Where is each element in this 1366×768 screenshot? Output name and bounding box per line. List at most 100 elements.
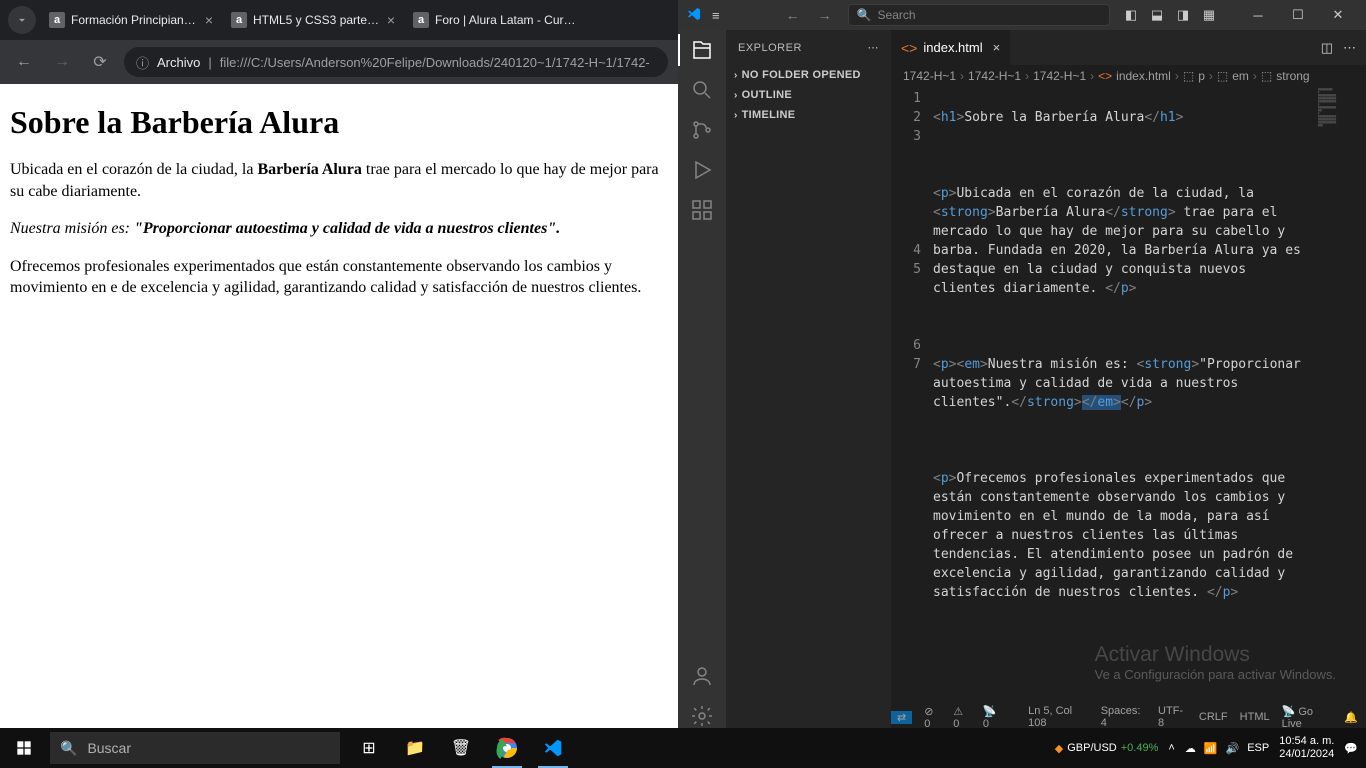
line-gutter: 1234567 (891, 87, 933, 706)
explorer-sidebar: EXPLORER ⋯ ›NO FOLDER OPENED ›OUTLINE ›T… (726, 30, 891, 728)
search-placeholder: Search (878, 8, 916, 22)
editor-tab-index[interactable]: <> index.html × (891, 30, 1011, 65)
more-icon[interactable]: ⋯ (1343, 40, 1356, 56)
nav-back-button[interactable]: ← (780, 5, 806, 25)
separator: | (208, 55, 211, 70)
vscode-button[interactable] (532, 728, 574, 768)
sidebar-title: EXPLORER (738, 42, 802, 54)
command-center-search[interactable]: 🔍 Search (848, 4, 1110, 26)
forward-button[interactable]: → (48, 48, 76, 76)
vscode-window: ≡ ← → 🔍 Search ◧ ⬓ ◨ ▦ ─ ☐ ✕ (678, 0, 1366, 728)
extensions-icon[interactable] (690, 198, 714, 222)
page-paragraph-mission: Nuestra misión es: "Proporcionar autoest… (10, 218, 668, 240)
tab-title: HTML5 y CSS3 parte 1: Mi pr (253, 13, 381, 27)
encoding-status[interactable]: UTF-8 (1158, 705, 1187, 728)
editor-area: <> index.html × ◫ ⋯ 1742-H~1› 1742-H~1› … (891, 30, 1366, 728)
start-button[interactable] (0, 728, 48, 768)
section-no-folder[interactable]: ›NO FOLDER OPENED (726, 65, 891, 85)
onedrive-icon[interactable]: ☁ (1185, 742, 1196, 755)
taskbar-search[interactable]: 🔍 Buscar (50, 732, 340, 764)
minimize-button[interactable]: ─ (1238, 0, 1278, 30)
vscode-titlebar: ≡ ← → 🔍 Search ◧ ⬓ ◨ ▦ ─ ☐ ✕ (678, 0, 1366, 30)
clock[interactable]: 10:54 a. m. 24/01/2024 (1279, 735, 1334, 761)
eol-status[interactable]: CRLF (1199, 711, 1228, 723)
close-button[interactable]: ✕ (1318, 0, 1358, 30)
tag-icon: ⬚ (1217, 69, 1228, 83)
close-icon[interactable]: × (387, 12, 395, 28)
section-timeline[interactable]: ›TIMELINE (726, 105, 891, 125)
explorer-icon[interactable] (690, 38, 714, 62)
language-status[interactable]: HTML (1240, 711, 1270, 723)
chrome-browser: a Formación Principiante en P × a HTML5 … (0, 0, 678, 728)
language-icon[interactable]: ESP (1247, 742, 1269, 754)
source-control-icon[interactable] (690, 118, 714, 142)
section-outline[interactable]: ›OUTLINE (726, 85, 891, 105)
nav-forward-button[interactable]: → (812, 5, 838, 25)
favicon-icon: a (413, 12, 429, 28)
favicon-icon: a (231, 12, 247, 28)
task-view-button[interactable]: ⊞ (348, 728, 390, 768)
errors-button[interactable]: ⊘ 0 (924, 705, 941, 729)
layout-sidebar-right-icon[interactable]: ◨ (1172, 4, 1194, 26)
golive-button[interactable]: 📡 Go Live (1282, 705, 1333, 729)
notifications-icon[interactable]: 🔔 (1344, 711, 1358, 724)
code-content[interactable]: <h1>Sobre la Barbería Alura</h1> <p>Ubic… (933, 87, 1366, 706)
indent-status[interactable]: Spaces: 4 (1101, 705, 1146, 728)
app-button[interactable]: 🗑 (440, 728, 482, 768)
taskbar-apps: ⊞ 📁 🗑 (348, 728, 574, 768)
browser-tab-2[interactable]: a HTML5 y CSS3 parte 1: Mi pr × (223, 3, 403, 37)
tab-title: Foro | Alura Latam - Cursos (435, 13, 577, 27)
maximize-button[interactable]: ☐ (1278, 0, 1318, 30)
browser-tab-1[interactable]: a Formación Principiante en P × (41, 3, 221, 37)
tag-icon: ⬚ (1183, 69, 1194, 83)
url-text: file:///C:/Users/Anderson%20Felipe/Downl… (220, 55, 650, 70)
port-button[interactable]: 📡 0 (983, 705, 1004, 729)
close-icon[interactable]: × (205, 12, 213, 28)
split-editor-icon[interactable]: ◫ (1321, 40, 1333, 56)
breadcrumb[interactable]: 1742-H~1› 1742-H~1› 1742-H~1› <> index.h… (891, 65, 1366, 87)
cursor-position[interactable]: Ln 5, Col 108 (1028, 705, 1089, 728)
address-bar[interactable]: ⓘ Archivo | file:///C:/Users/Anderson%20… (124, 47, 668, 77)
favicon-icon: a (49, 12, 65, 28)
search-placeholder: Buscar (87, 740, 131, 756)
layout-buttons: ◧ ⬓ ◨ ▦ (1120, 4, 1220, 26)
tab-search-button[interactable] (8, 6, 36, 34)
run-debug-icon[interactable] (690, 158, 714, 182)
wifi-icon[interactable]: 📶 (1204, 742, 1218, 755)
browser-tab-3[interactable]: a Foro | Alura Latam - Cursos (405, 3, 585, 37)
remote-button[interactable]: ⇄ (891, 711, 912, 724)
search-icon: 🔍 (60, 740, 77, 757)
chevron-right-icon: › (734, 90, 738, 101)
warnings-button[interactable]: ⚠ 0 (953, 705, 971, 729)
chevron-right-icon: › (734, 110, 738, 121)
minimap[interactable]: ████████████████████████████████████████… (1316, 87, 1366, 706)
vscode-logo-icon (686, 6, 702, 25)
reload-button[interactable]: ⟳ (86, 48, 114, 76)
layout-customize-icon[interactable]: ▦ (1198, 4, 1220, 26)
search-icon[interactable] (690, 78, 714, 102)
layout-sidebar-left-icon[interactable]: ◧ (1120, 4, 1142, 26)
html-file-icon: <> (1098, 69, 1112, 83)
scheme-label: Archivo (157, 55, 200, 70)
settings-icon[interactable] (690, 704, 714, 728)
chrome-button[interactable] (486, 728, 528, 768)
page-paragraph-1: Ubicada en el corazón de la ciudad, la B… (10, 159, 668, 202)
page-heading: Sobre la Barbería Alura (10, 104, 668, 141)
currency-widget[interactable]: ◆ GBP/USD +0.49% (1055, 742, 1159, 755)
rendered-page: Sobre la Barbería Alura Ubicada en el co… (0, 84, 678, 728)
more-icon[interactable]: ⋯ (868, 41, 880, 54)
back-button[interactable]: ← (10, 48, 38, 76)
layout-panel-icon[interactable]: ⬓ (1146, 4, 1168, 26)
file-explorer-button[interactable]: 📁 (394, 728, 436, 768)
code-editor[interactable]: 1234567 <h1>Sobre la Barbería Alura</h1>… (891, 87, 1366, 706)
activity-bar (678, 30, 726, 728)
nav-arrows: ← → (780, 5, 838, 25)
notifications-icon[interactable]: 💬 (1344, 742, 1358, 755)
tab-title: Formación Principiante en P (71, 13, 199, 27)
close-icon[interactable]: × (993, 40, 1001, 55)
tray-overflow-icon[interactable]: ˄ (1168, 742, 1174, 754)
menu-icon[interactable]: ≡ (712, 8, 720, 23)
account-icon[interactable] (690, 664, 714, 688)
volume-icon[interactable]: 🔊 (1226, 742, 1240, 755)
search-icon: 🔍 (857, 8, 872, 22)
